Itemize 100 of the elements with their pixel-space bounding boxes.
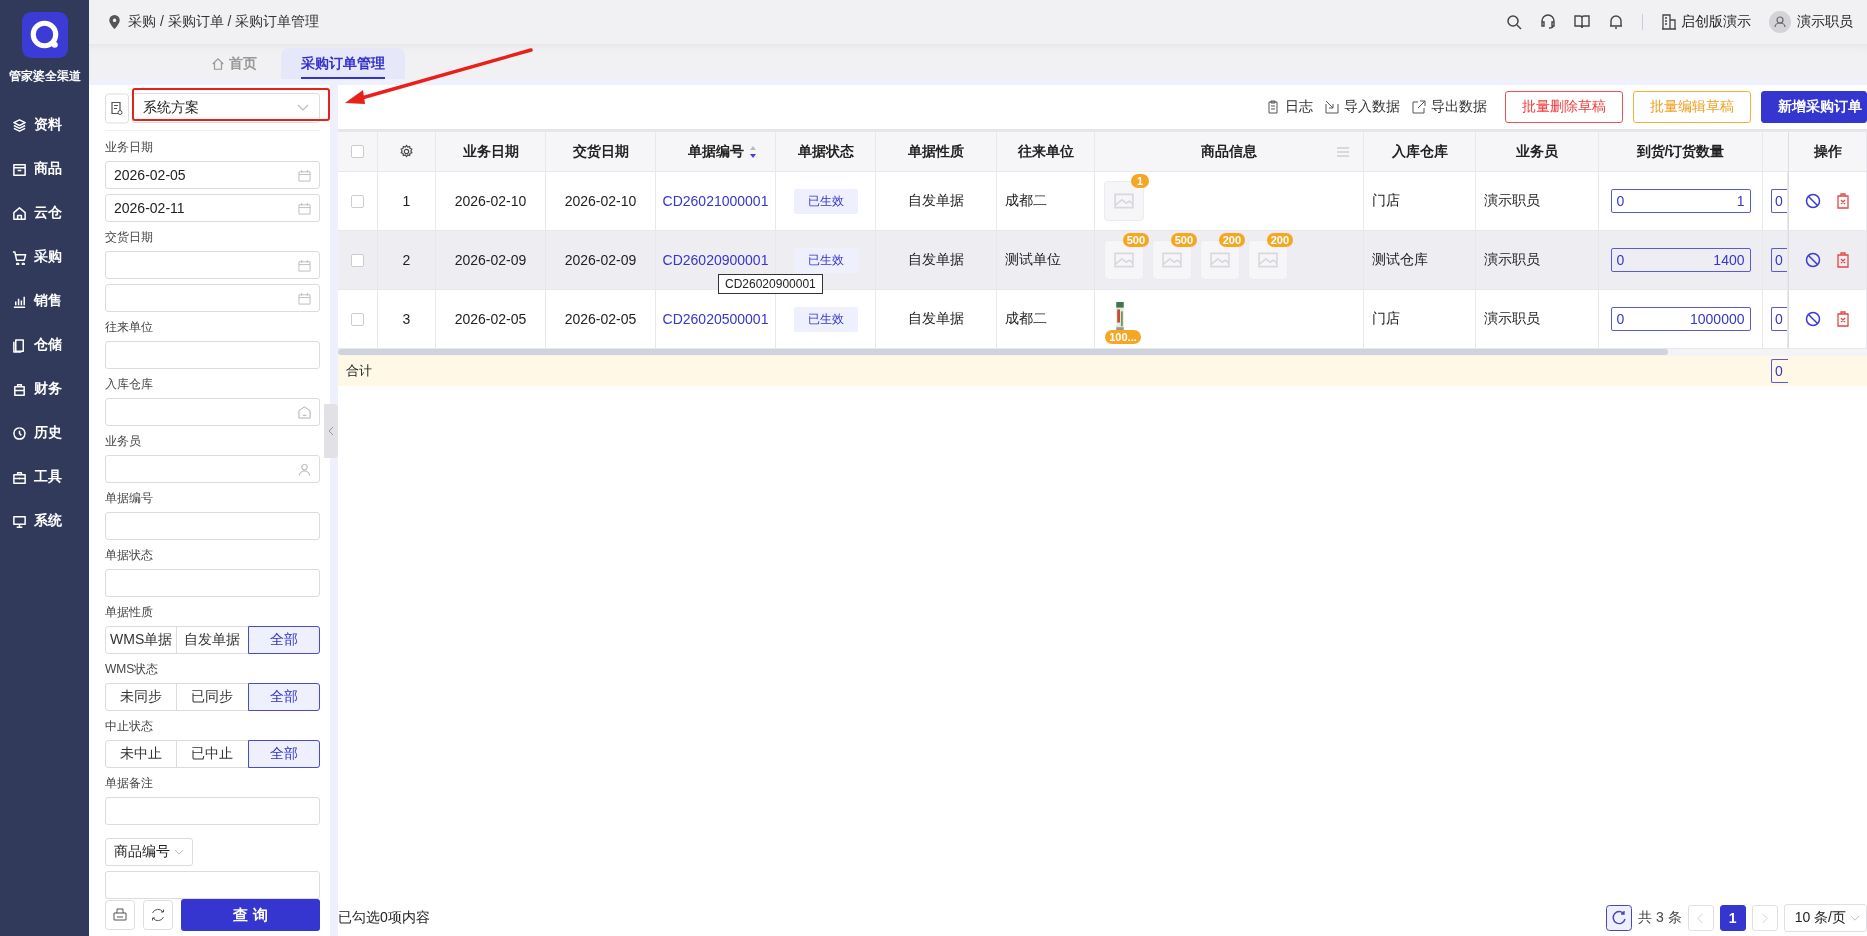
checkbox[interactable] <box>351 253 364 267</box>
book-icon[interactable] <box>1574 14 1590 30</box>
column-header[interactable]: 入库仓库 <box>1391 142 1448 161</box>
order-number-link[interactable]: CD26021000001 <box>662 193 769 209</box>
column-header[interactable]: 操作 <box>1813 142 1842 161</box>
input-field[interactable] <box>105 341 320 369</box>
page-size-dropdown[interactable]: 10 条/页 <box>1783 904 1867 932</box>
input-field[interactable] <box>105 797 320 825</box>
checkbox[interactable] <box>351 194 364 208</box>
quantity-field[interactable]: 0 1400 <box>1610 248 1751 272</box>
scheme-dropdown[interactable]: 系统方案 <box>132 93 320 123</box>
checkbox[interactable] <box>351 312 364 326</box>
date-field[interactable] <box>105 251 320 279</box>
delete-icon[interactable] <box>1834 252 1851 268</box>
search-icon[interactable] <box>1506 14 1522 30</box>
toolbar-link[interactable]: 导入数据 <box>1325 98 1400 116</box>
column-header[interactable]: 单据性质 <box>908 142 964 161</box>
next-page-button[interactable] <box>1751 905 1778 931</box>
segment-option[interactable]: 全部 <box>247 740 320 768</box>
delete-icon[interactable] <box>1834 311 1851 327</box>
chevron-left-icon[interactable] <box>328 425 334 436</box>
calendar-icon[interactable] <box>298 168 311 182</box>
column-header[interactable]: 往来单位 <box>1017 142 1074 161</box>
calendar-icon[interactable] <box>298 201 311 215</box>
date-field[interactable]: 2026-02-11 <box>105 194 320 222</box>
column-header[interactable]: 业务日期 <box>462 142 519 161</box>
segment-option[interactable]: 全部 <box>247 626 320 654</box>
bell-icon[interactable] <box>1608 14 1624 30</box>
user-name[interactable]: 演示职员 <box>1797 13 1853 31</box>
field-dropdown[interactable]: 商品编号 <box>105 838 193 866</box>
table-row[interactable]: 3 2026-02-05 2026-02-05 CD26020500001 已生效 自发单据 成都二 100... 门店 演示职员 0 1000000 0 <box>338 290 1867 349</box>
column-header[interactable]: 单据编号 <box>687 142 744 161</box>
nav-item[interactable]: 工具 <box>0 455 89 499</box>
chevron-down-icon[interactable] <box>174 848 184 856</box>
previous-page-button[interactable] <box>1687 905 1714 931</box>
quantity-field[interactable]: 0 <box>1771 248 1787 272</box>
column-header[interactable]: 到货/订货数量 <box>1636 142 1725 161</box>
menu-icon[interactable] <box>1337 146 1349 157</box>
warehouse-icon[interactable] <box>298 405 311 419</box>
edition-name[interactable]: 启创版演示 <box>1681 13 1751 31</box>
headset-icon[interactable] <box>1540 14 1556 30</box>
toolbar-button[interactable]: 新增采购订单 <box>1761 91 1867 123</box>
date-field[interactable] <box>105 284 320 312</box>
toolbar-button[interactable]: 批量删除草稿 <box>1505 91 1623 123</box>
calendar-icon[interactable] <box>298 258 311 272</box>
order-number-link[interactable]: CD26020900001 <box>662 252 769 268</box>
collapse-handle[interactable] <box>324 403 338 458</box>
quantity-field[interactable]: 0 1 <box>1610 189 1751 213</box>
table-row[interactable]: 1 2026-02-10 2026-02-10 CD26021000001 已生效 自发单据 成都二 1 门店 演示职员 0 1 0 <box>338 172 1867 231</box>
nav-item[interactable]: 资料 <box>0 103 89 147</box>
segment-option[interactable]: 未同步 <box>105 683 178 711</box>
order-number-link[interactable]: CD26020500001 <box>662 311 769 327</box>
page-button[interactable]: 1 <box>1719 905 1746 931</box>
nav-item[interactable]: 历史 <box>0 411 89 455</box>
avatar-icon[interactable] <box>1769 11 1791 33</box>
delete-icon[interactable] <box>1834 193 1851 209</box>
query-button[interactable]: 查 询 <box>181 899 320 931</box>
person-icon[interactable] <box>298 462 311 476</box>
column-header[interactable]: 交货日期 <box>572 142 629 161</box>
segment-option[interactable]: 全部 <box>247 683 320 711</box>
filter-label: 业务员 <box>105 433 142 450</box>
segment-option[interactable]: 未中止 <box>105 740 178 768</box>
segment-option[interactable]: 自发单据 <box>176 626 249 654</box>
printer-icon[interactable] <box>105 900 135 930</box>
checkbox[interactable] <box>351 145 364 158</box>
nav-item[interactable]: 仓储 <box>0 323 89 367</box>
scrollbar[interactable] <box>338 349 1668 355</box>
toolbar-link[interactable]: 导出数据 <box>1412 98 1487 116</box>
input-field[interactable] <box>105 512 320 540</box>
nav-item[interactable]: 系统 <box>0 499 89 543</box>
input-field[interactable] <box>105 569 320 597</box>
calendar-icon[interactable] <box>298 291 311 305</box>
nav-item[interactable]: 云仓 <box>0 191 89 235</box>
input-field[interactable] <box>105 398 320 426</box>
quantity-field[interactable]: 0 <box>1771 307 1787 331</box>
disable-icon[interactable] <box>1804 193 1821 209</box>
segment-option[interactable]: WMS单据 <box>105 626 178 654</box>
refresh-icon[interactable] <box>1606 905 1633 931</box>
column-header[interactable]: 业务员 <box>1516 142 1558 161</box>
quantity-field[interactable]: 0 <box>1771 189 1787 213</box>
nav-item[interactable]: 采购 <box>0 235 89 279</box>
quantity-field[interactable]: 0 1000000 <box>1610 307 1751 331</box>
toolbar-link[interactable]: 日志 <box>1266 98 1313 116</box>
nav-item[interactable]: 销售 <box>0 279 89 323</box>
date-field[interactable]: 2026-02-05 <box>105 161 320 189</box>
input-field[interactable] <box>105 455 320 483</box>
segment-option[interactable]: 已同步 <box>176 683 249 711</box>
nav-item[interactable]: 财务 <box>0 367 89 411</box>
column-header[interactable]: 单据状态 <box>797 142 854 161</box>
settings-icon[interactable] <box>399 144 414 159</box>
chevron-down-icon[interactable] <box>297 104 309 112</box>
input-field[interactable] <box>105 871 320 899</box>
segment-option[interactable]: 已中止 <box>176 740 249 768</box>
nav-item[interactable]: 商品 <box>0 147 89 191</box>
tab[interactable]: 采购订单管理 <box>281 48 405 79</box>
column-header[interactable]: 商品信息 <box>1201 142 1257 161</box>
scheme-icon[interactable] <box>105 93 129 124</box>
disable-icon[interactable] <box>1804 252 1821 268</box>
sort-icon[interactable] <box>749 144 757 159</box>
disable-icon[interactable] <box>1804 311 1821 327</box>
